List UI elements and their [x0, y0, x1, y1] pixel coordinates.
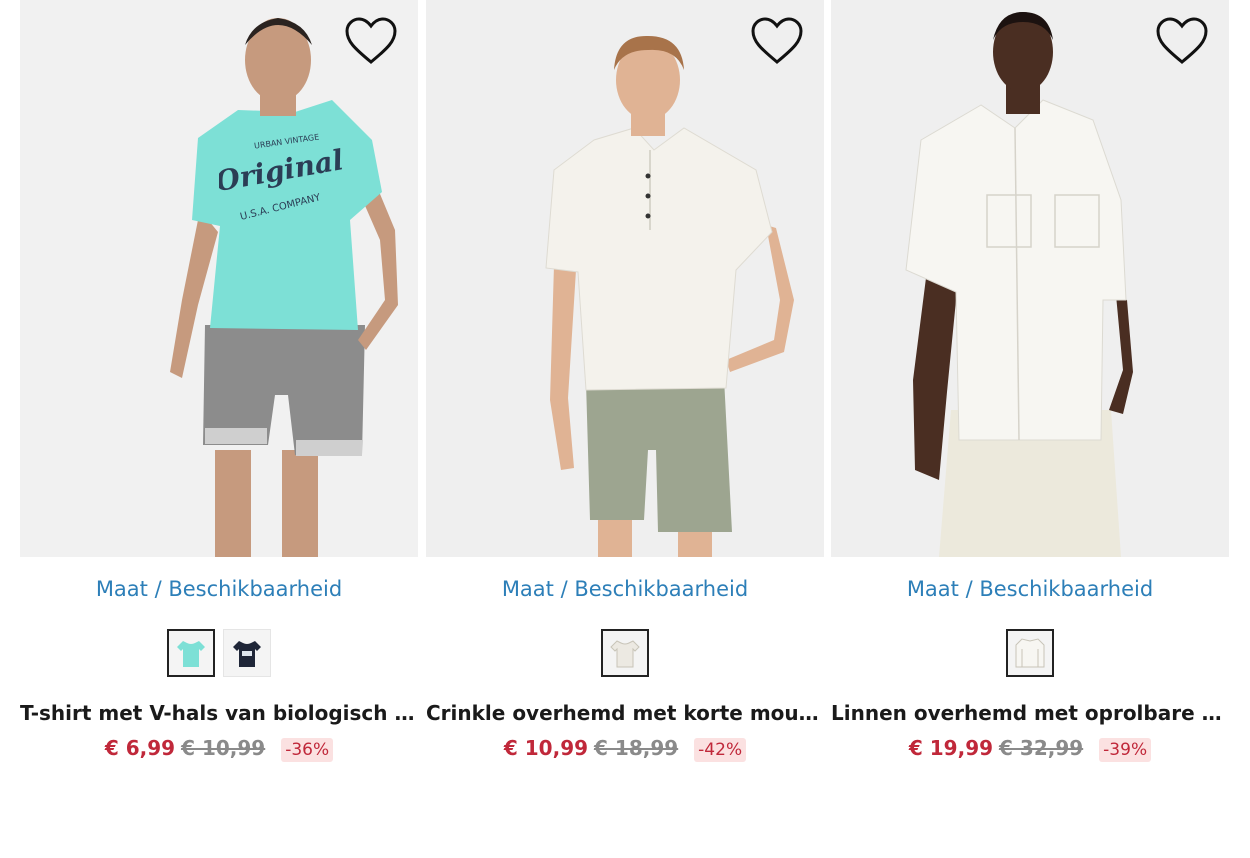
product-title[interactable]: Linnen overhemd met oprolbare mouwen [831, 701, 1229, 729]
product-grid: URBAN VINTAGE Original U.S.A. COMPANY Ma… [0, 0, 1250, 858]
original-price: € 10,99 [181, 736, 266, 760]
product-image[interactable] [426, 0, 824, 557]
current-price: € 10,99 [503, 736, 589, 760]
tshirt-print-main: Original [219, 143, 346, 198]
color-swatch[interactable] [601, 629, 649, 677]
discount-badge: -39% [1099, 737, 1152, 762]
product-title[interactable]: T-shirt met V-hals van biologisch katoen [20, 701, 418, 729]
color-swatch[interactable] [223, 629, 271, 677]
heart-outline-icon[interactable] [750, 16, 804, 68]
size-availability-link[interactable]: Maat / Beschikbaarheid [426, 577, 824, 603]
product-card: URBAN VINTAGE Original U.S.A. COMPANY Ma… [20, 0, 418, 763]
original-price: € 32,99 [999, 736, 1084, 760]
color-swatch[interactable] [1006, 629, 1054, 677]
price-row: € 10,99 € 18,99 -42% [426, 733, 824, 763]
discount-badge: -36% [281, 737, 334, 762]
price-row: € 6,99 € 10,99 -36% [20, 733, 418, 763]
color-swatches [426, 629, 824, 681]
product-title[interactable]: Crinkle overhemd met korte mouwen [426, 701, 824, 729]
color-swatches [20, 629, 418, 681]
current-price: € 6,99 [104, 736, 176, 760]
product-image[interactable]: URBAN VINTAGE Original U.S.A. COMPANY [20, 0, 418, 557]
product-card: Maat / Beschikbaarheid Linnen overhemd m… [831, 0, 1229, 763]
discount-badge: -42% [694, 737, 747, 762]
size-availability-link[interactable]: Maat / Beschikbaarheid [20, 577, 418, 603]
size-availability-link[interactable]: Maat / Beschikbaarheid [831, 577, 1229, 603]
tshirt-print-bottom: U.S.A. COMPANY [239, 192, 322, 223]
product-image[interactable] [831, 0, 1229, 557]
current-price: € 19,99 [908, 736, 994, 760]
original-price: € 18,99 [594, 736, 679, 760]
heart-outline-icon[interactable] [344, 16, 398, 68]
heart-outline-icon[interactable] [1155, 16, 1209, 68]
color-swatch[interactable] [167, 629, 215, 677]
product-card: Maat / Beschikbaarheid Crinkle overhemd … [426, 0, 824, 763]
price-row: € 19,99 € 32,99 -39% [831, 733, 1229, 763]
color-swatches [831, 629, 1229, 681]
